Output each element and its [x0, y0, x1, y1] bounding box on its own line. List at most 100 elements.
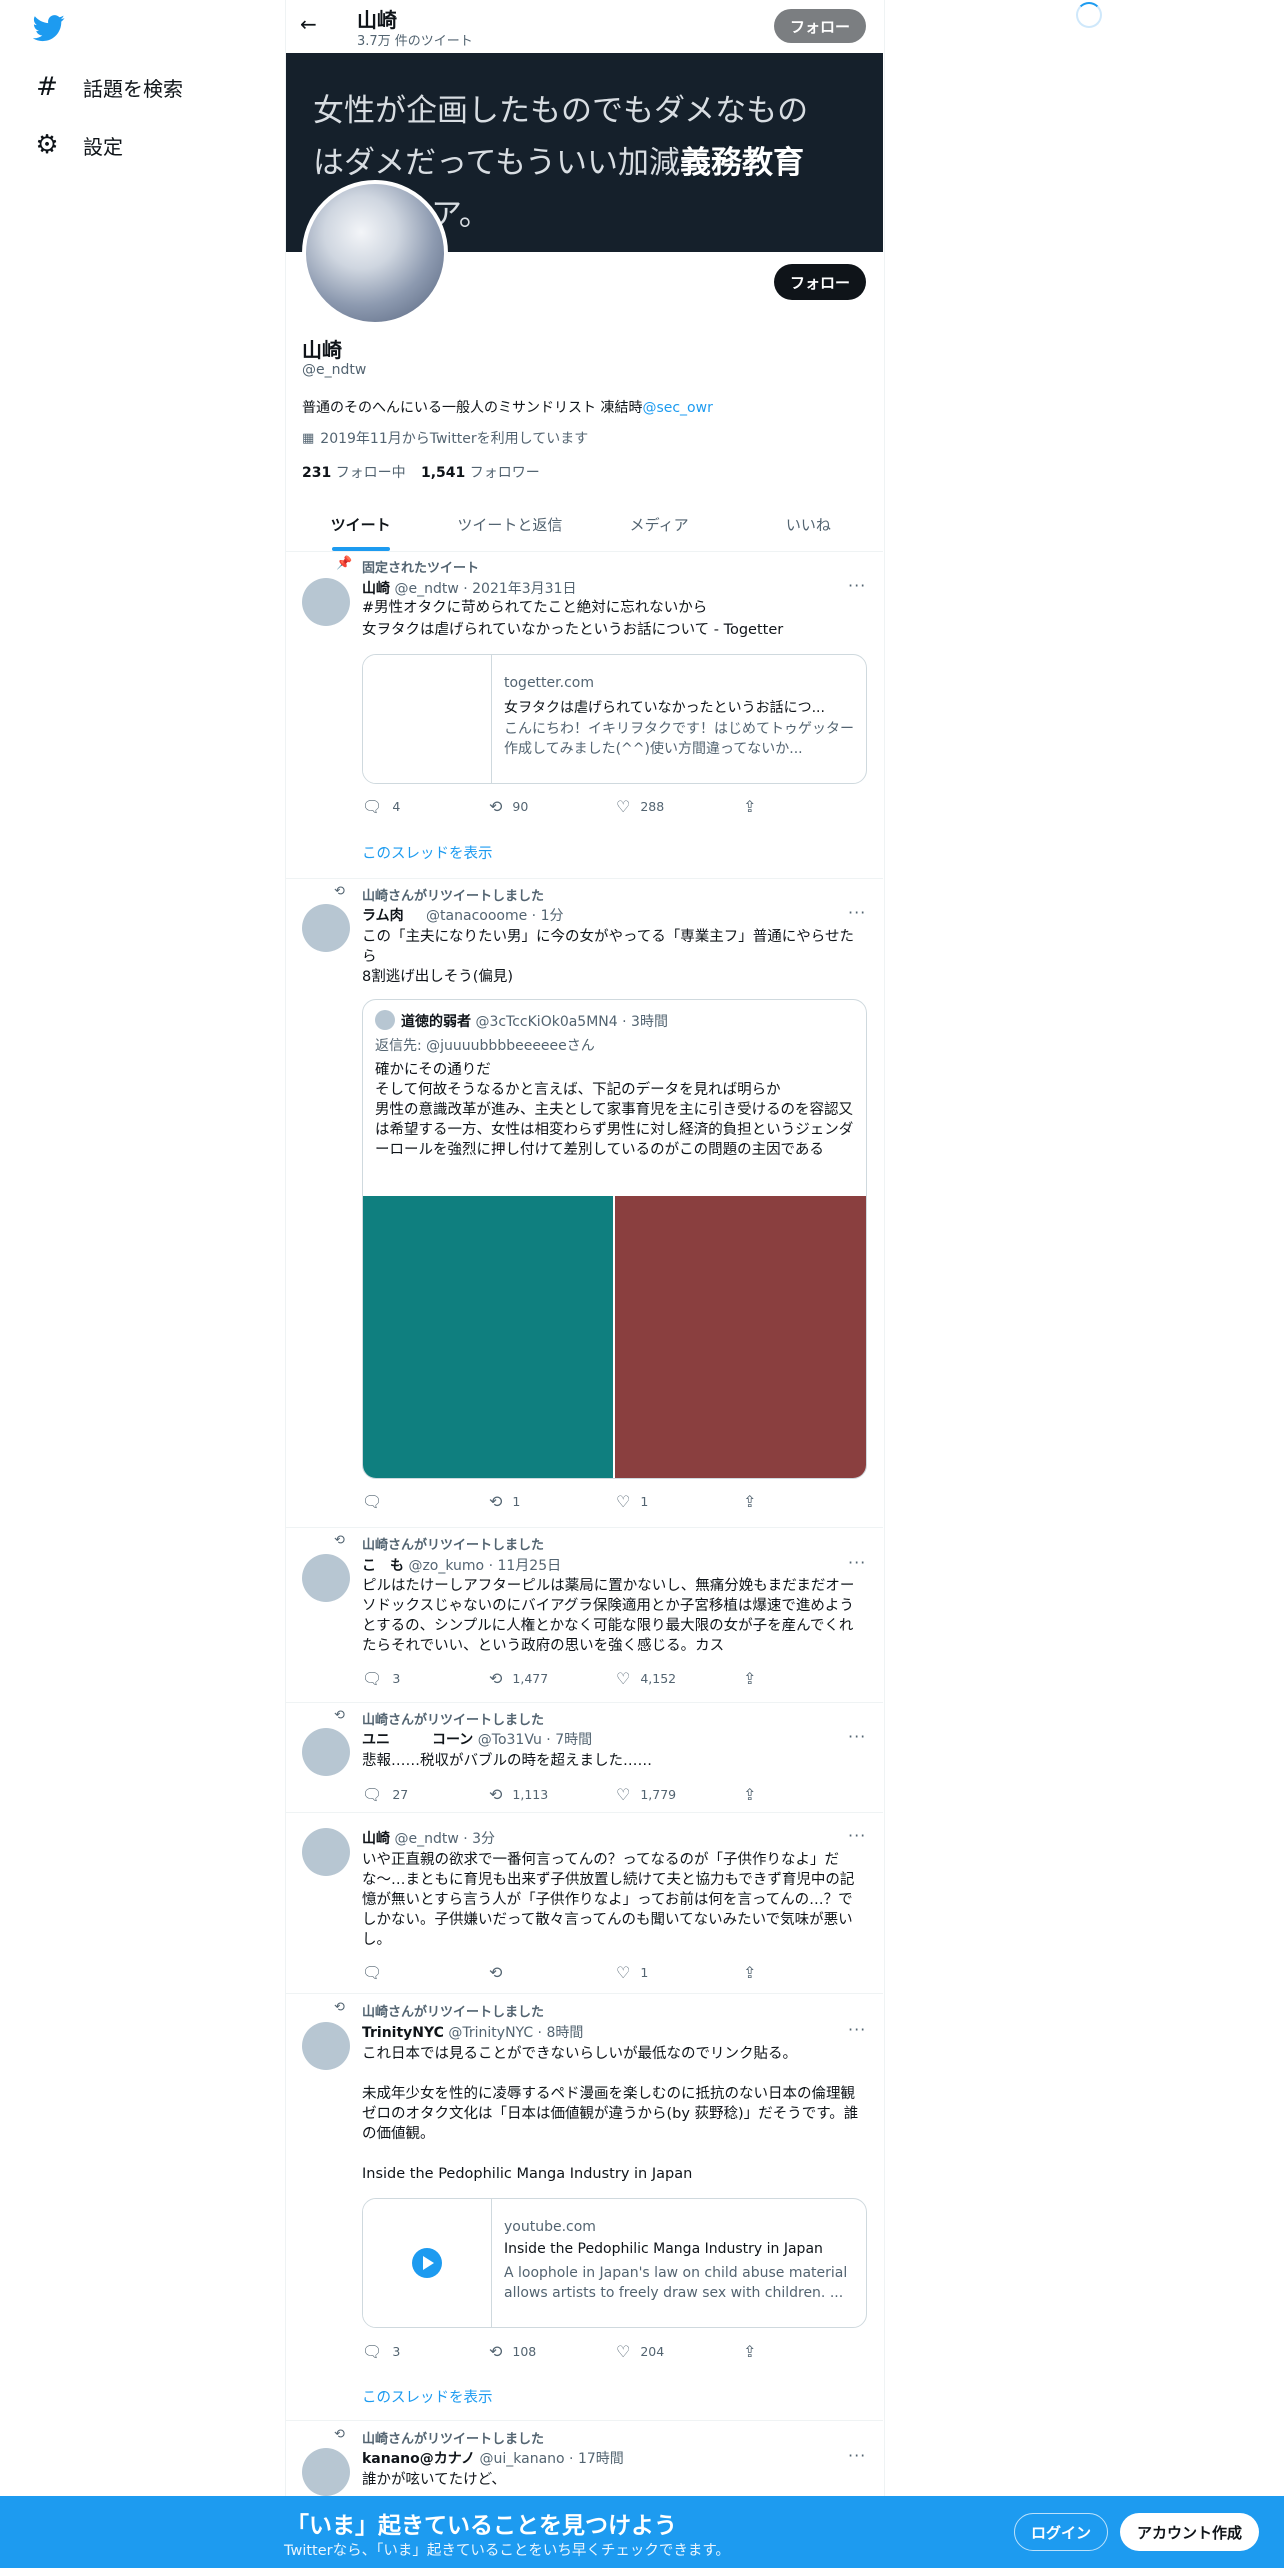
avatar[interactable] [302, 2022, 350, 2070]
share-button[interactable]: ⇪ [743, 797, 766, 816]
like-button[interactable]: ♡ 1 [616, 1963, 743, 1982]
tweet-author-handle[interactable]: @e_ndtw [394, 1831, 458, 1847]
avatar[interactable] [302, 904, 350, 952]
more-icon[interactable]: ··· [848, 1727, 866, 1746]
show-thread-link[interactable]: このスレッドを表示 [362, 842, 493, 863]
tab-tweets-replies[interactable]: ツイートと返信 [435, 498, 584, 551]
like-button[interactable]: ♡ 4,152 [616, 1669, 743, 1688]
retweet-button[interactable]: ⟲ 1,477 [489, 1669, 616, 1688]
reply-button[interactable]: 🗨 27 [362, 1785, 489, 1804]
share-button[interactable]: ⇪ [743, 1785, 766, 1804]
more-icon[interactable]: ··· [848, 1826, 866, 1845]
followers-label: フォロワー [469, 465, 540, 481]
link-card[interactable]: togetter.com 女ヲタクは虐げられていなかったというお話につ... こ… [362, 654, 867, 784]
signup-button[interactable]: アカウント作成 [1120, 2513, 1259, 2551]
banner-line-2b: 義務教育 [680, 145, 805, 181]
tweet-time[interactable]: 17時間 [578, 2451, 624, 2467]
share-button[interactable]: ⇪ [743, 2342, 766, 2361]
retweet-button[interactable]: ⟲ 108 [489, 2342, 616, 2361]
login-button[interactable]: ログイン [1014, 2513, 1108, 2551]
share-button[interactable]: ⇪ [743, 1669, 766, 1688]
more-icon[interactable]: ··· [848, 2020, 866, 2039]
quote-image-right[interactable] [615, 1196, 866, 1478]
more-icon[interactable]: ··· [848, 576, 866, 595]
reply-button[interactable]: 🗨 3 [362, 2342, 489, 2361]
tweet-time[interactable]: 7時間 [555, 1732, 592, 1748]
tweet-time[interactable]: 8時間 [546, 2025, 583, 2041]
like-button[interactable]: ♡ 1 [616, 1492, 743, 1511]
profile-bio-text: 普通のそのへんにいる一般人のミサンドリスト 凍結時 [302, 400, 643, 416]
reply-button[interactable]: 🗨 3 [362, 1669, 489, 1688]
twitter-logo-icon[interactable] [32, 12, 65, 44]
tweet-author-handle[interactable]: @To31Vu [478, 1732, 542, 1748]
tweet-time[interactable]: 11月25日 [497, 1558, 561, 1574]
quote-image-left[interactable] [363, 1196, 613, 1478]
tweet-hashtag[interactable]: #男性オタクに苛められてたこと絶対に忘れないから [362, 598, 707, 618]
tweet-time[interactable]: 1分 [541, 908, 564, 924]
profile-following[interactable]: 231 フォロー中 [302, 462, 406, 482]
like-button[interactable]: ♡ 1,779 [616, 1785, 743, 1804]
avatar[interactable] [302, 1728, 350, 1776]
retweeted-label: 山崎さんがリツイートしました [362, 1713, 545, 1728]
tweet-header: 山崎 @e_ndtw · 3分 [362, 1831, 496, 1847]
avatar[interactable] [302, 2448, 350, 2496]
tweet-author-handle[interactable]: @ui_kanano [480, 2451, 565, 2467]
reply-button[interactable]: 🗨 4 [362, 797, 489, 816]
more-icon[interactable]: ··· [848, 2446, 866, 2465]
retweet-icon: ⟲ [334, 2000, 345, 2015]
tweet-author-name[interactable]: TrinityNYC [362, 2025, 444, 2041]
heart-icon: ♡ [616, 1785, 631, 1804]
profile-bio: 普通のそのへんにいる一般人のミサンドリスト 凍結時@sec_owr [302, 397, 713, 417]
tweet-author-name[interactable]: ラム肉 [362, 908, 404, 924]
tweet-author-handle[interactable]: @TrinityNYC [448, 2025, 533, 2041]
show-thread-link[interactable]: このスレッドを表示 [362, 2386, 493, 2407]
avatar[interactable] [302, 1828, 350, 1876]
tweet-text: ピルはたけーしアフターピルは薬局に置かないし、無痛分娩もまだまだオーソドックスじ… [362, 1578, 855, 1654]
sidebar-item-explore[interactable]: # 話題を検索 [33, 67, 183, 107]
like-count: 288 [640, 799, 665, 814]
sidebar-item-settings[interactable]: ⚙ 設定 [33, 125, 123, 165]
tweet-author-handle[interactable]: @e_ndtw [394, 581, 458, 597]
tweet-author-name[interactable]: こ も [362, 1558, 404, 1574]
share-button[interactable]: ⇪ [743, 1963, 766, 1982]
heart-icon: ♡ [616, 1669, 631, 1688]
profile-follow-button[interactable]: フォロー [774, 264, 866, 300]
tab-likes[interactable]: いいね [734, 498, 883, 551]
reply-button[interactable]: 🗨 [362, 1963, 489, 1982]
tweet-author-handle[interactable]: @tanacooome [426, 908, 527, 924]
retweet-button[interactable]: ⟲ [489, 1963, 616, 1982]
play-icon[interactable] [412, 2248, 442, 2278]
retweet-button[interactable]: ⟲ 1,113 [489, 1785, 616, 1804]
retweet-button[interactable]: ⟲ 1 [489, 1492, 616, 1511]
tab-media[interactable]: メディア [585, 498, 734, 551]
youtube-card[interactable]: youtube.com Inside the Pedophilic Manga … [362, 2198, 867, 2328]
tab-tweets[interactable]: ツイート [286, 498, 435, 551]
tweet-author-name[interactable]: 山崎 [362, 1831, 390, 1847]
tweet-actions: 🗨 3 ⟲ 1,477 ♡ 4,152 ⇪ [362, 1669, 822, 1688]
more-icon[interactable]: ··· [848, 903, 866, 922]
avatar[interactable] [302, 578, 350, 626]
like-button[interactable]: ♡ 288 [616, 797, 743, 816]
tweet-author-name[interactable]: 山崎 [362, 581, 390, 597]
tweet-author-name[interactable]: kanano@カナノ [362, 2451, 475, 2467]
tweet-time[interactable]: 3分 [472, 1831, 495, 1847]
profile-followers[interactable]: 1,541 フォロワー [421, 462, 540, 482]
more-icon[interactable]: ··· [848, 1553, 866, 1572]
quote-header: 道徳的弱者 @3cTccKiOk0a5MN4 · 3時間 [401, 1014, 668, 1030]
tweet-author-handle[interactable]: @zo_kumo [408, 1558, 484, 1574]
tweet-text: 誰かが呟いてたけど、 [362, 2472, 506, 2488]
profile-bio-link[interactable]: @sec_owr [642, 400, 712, 416]
quote-tweet[interactable]: 道徳的弱者 @3cTccKiOk0a5MN4 · 3時間 返信先: @juuuu… [362, 999, 867, 1479]
header-follow-button[interactable]: フォロー [774, 9, 866, 43]
divider [286, 1812, 883, 1813]
profile-avatar[interactable] [302, 180, 448, 326]
avatar[interactable] [302, 1554, 350, 1602]
tweet-time[interactable]: 2021年3月31日 [472, 581, 576, 597]
like-button[interactable]: ♡ 204 [616, 2342, 743, 2361]
tweet-author-name[interactable]: ユニ コーン [362, 1732, 473, 1748]
reply-button[interactable]: 🗨 [362, 1492, 489, 1511]
back-arrow-icon[interactable]: ← [300, 12, 317, 36]
retweet-count: 108 [512, 2344, 537, 2359]
share-button[interactable]: ⇪ [743, 1492, 766, 1511]
retweet-button[interactable]: ⟲ 90 [489, 797, 616, 816]
